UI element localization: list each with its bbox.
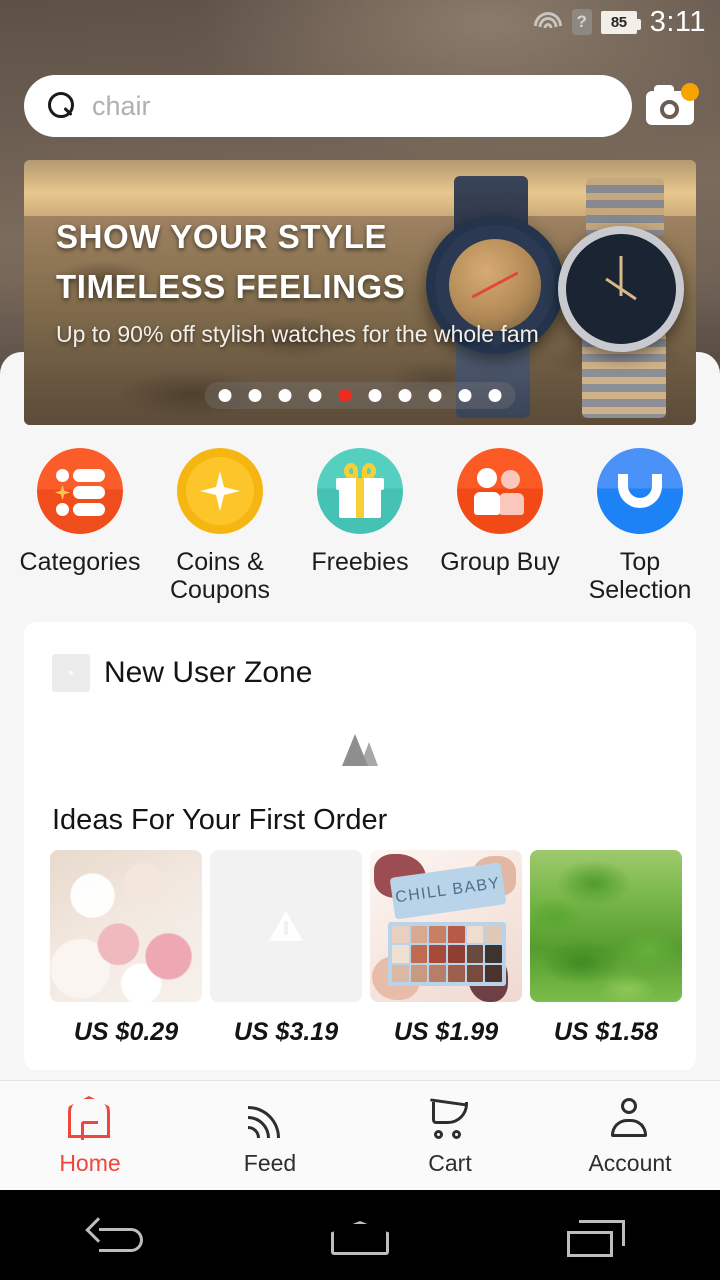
search-placeholder: chair: [92, 90, 151, 121]
app-screen: ? 85 3:11 chair SHOW YOUR STYLE TIMELESS…: [0, 0, 720, 1280]
quick-link-label: Top Selection: [588, 548, 692, 604]
quick-link-label: Group Buy: [440, 548, 560, 576]
banner-dot-1[interactable]: [218, 389, 232, 402]
banner-dot-10[interactable]: [488, 389, 502, 402]
nav-item-cart[interactable]: Cart: [360, 1094, 540, 1177]
nav-item-account[interactable]: Account: [540, 1094, 720, 1177]
new-user-zone-card: New User Zone Ideas For Your First Order…: [24, 622, 696, 1070]
search-icon: [46, 91, 76, 121]
shopping-cart-icon: [424, 1094, 476, 1142]
product-price: US $0.29: [73, 1018, 179, 1046]
house-icon: [64, 1094, 116, 1142]
banner-dot-3[interactable]: [278, 389, 292, 402]
two-people-icon: [457, 448, 543, 534]
nav-item-feed[interactable]: Feed: [180, 1094, 360, 1177]
broken-image-icon: [342, 732, 378, 766]
banner-dot-7[interactable]: [398, 389, 412, 402]
new-user-zone-title: New User Zone: [104, 656, 313, 689]
back-arrow-icon[interactable]: [65, 1205, 175, 1265]
nav-item-home[interactable]: Home: [0, 1094, 180, 1177]
battery-icon: 85: [600, 10, 641, 34]
person-icon: [604, 1094, 656, 1142]
banner-line-2: TIMELESS FEELINGS: [56, 268, 406, 305]
aquarium-moss-image: [530, 850, 682, 1002]
bottom-navigation-bar: Home Feed Cart Account: [0, 1080, 720, 1190]
product-price: US $1.99: [393, 1018, 499, 1046]
warning-triangle-icon: [269, 911, 303, 941]
list-sparkle-icon: [37, 448, 123, 534]
wifi-icon: [533, 11, 563, 33]
quick-link-top-selection[interactable]: Top Selection: [575, 448, 705, 604]
quick-link-group-buy[interactable]: Group Buy: [435, 448, 565, 604]
nav-label-cart: Cart: [428, 1150, 472, 1176]
nav-label-account: Account: [588, 1150, 672, 1176]
balloons-image: [50, 850, 202, 1002]
quick-link-label: Coins & Coupons: [169, 548, 271, 604]
nav-label-home: Home: [59, 1150, 121, 1176]
product-card[interactable]: CHILL BABY US $1.99: [370, 850, 522, 1047]
gift-box-icon: [317, 448, 403, 534]
banner-dot-5[interactable]: [338, 389, 352, 402]
quick-link-freebies[interactable]: Freebies: [295, 448, 425, 604]
new-badge-dot: [681, 83, 699, 101]
feed-signal-icon: [244, 1094, 296, 1142]
battery-level: 85: [610, 13, 627, 31]
new-user-zone-header: New User Zone: [24, 622, 696, 692]
home-pentagon-icon[interactable]: [305, 1205, 415, 1265]
system-navigation-bar: [0, 1190, 720, 1280]
banner-line-1: SHOW YOUR STYLE: [56, 218, 388, 255]
promo-banner[interactable]: SHOW YOUR STYLE TIMELESS FEELINGS Up to …: [24, 160, 696, 425]
smile-icon: [597, 448, 683, 534]
banner-text: SHOW YOUR STYLE TIMELESS FEELINGS Up to …: [56, 218, 539, 350]
product-list: US $0.29 US $3.19 CHILL BABY US $1.99 US $1.…: [50, 850, 682, 1047]
recents-squares-icon[interactable]: [545, 1205, 655, 1265]
chill-baby-eyeshadow-palette-image: CHILL BABY: [370, 850, 522, 1002]
nav-label-feed: Feed: [243, 1150, 297, 1176]
product-price: US $1.58: [553, 1018, 659, 1046]
banner-dot-8[interactable]: [428, 389, 442, 402]
ideas-section-title: Ideas For Your First Order: [52, 804, 388, 836]
quick-link-label: Categories: [19, 548, 141, 576]
question-sim-icon: ?: [571, 9, 592, 35]
search-input[interactable]: chair: [24, 75, 632, 137]
quick-link-coins-coupons[interactable]: Coins & Coupons: [155, 448, 285, 604]
banner-dot-2[interactable]: [248, 389, 262, 402]
quick-link-categories[interactable]: Categories: [15, 448, 145, 604]
search-row: chair: [0, 72, 720, 140]
status-bar: ? 85 3:11: [0, 0, 720, 44]
product-card[interactable]: US $0.29: [50, 850, 202, 1047]
image-placeholder-icon: [52, 654, 90, 692]
failed-image-placeholder: [210, 850, 362, 1002]
quick-link-label: Freebies: [311, 548, 409, 576]
status-bar-clock: 3:11: [649, 5, 706, 38]
camera-search-button[interactable]: [642, 77, 700, 135]
banner-dot-9[interactable]: [458, 389, 472, 402]
product-card[interactable]: US $3.19: [210, 850, 362, 1047]
product-price: US $3.19: [233, 1018, 339, 1046]
quick-links-row: Categories Coins & Coupons Freebies Group B…: [0, 448, 720, 604]
product-card[interactable]: US $1.58: [530, 850, 682, 1047]
banner-line-3: Up to 90% off stylish watches for the wh…: [56, 321, 539, 347]
coin-star-icon: [177, 448, 263, 534]
banner-pagination-dots[interactable]: [204, 382, 516, 409]
banner-dot-4[interactable]: [308, 389, 322, 402]
banner-dot-6[interactable]: [368, 389, 382, 402]
